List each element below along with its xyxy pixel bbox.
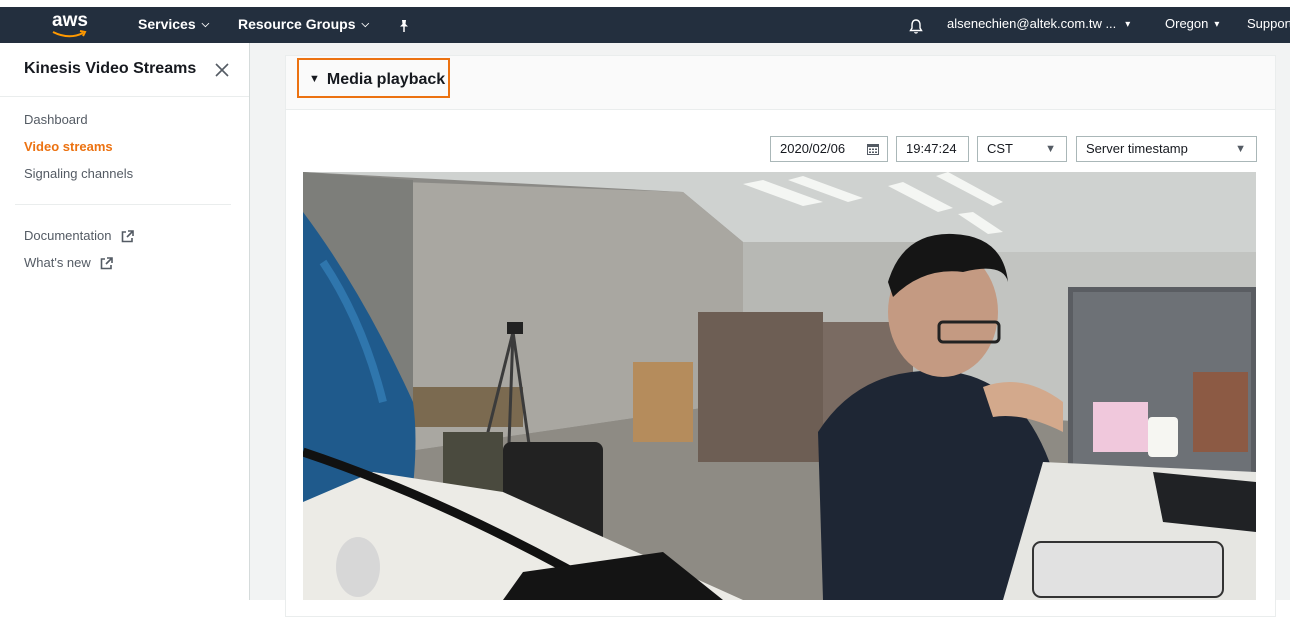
account-menu[interactable]: alsenechien@altek.com.tw ... ▾ (947, 7, 1130, 43)
date-value: 2020/02/06 (780, 141, 846, 156)
caret-down-icon: ⌵ (361, 19, 370, 31)
resource-groups-label: Resource Groups (238, 16, 356, 32)
top-navbar: aws Services ⌵ Resource Groups ⌵ alsenechi… (0, 7, 1290, 43)
resource-groups-menu[interactable]: Resource Groups ⌵ (238, 7, 369, 43)
top-strip (0, 0, 1290, 7)
notifications-button[interactable] (908, 8, 924, 44)
region-label: Oregon (1165, 16, 1209, 31)
aws-logo-text: aws (52, 10, 88, 31)
sidebar-item-dashboard[interactable]: Dashboard (24, 112, 88, 127)
timezone-select[interactable]: CST ▼ (977, 136, 1067, 162)
bell-icon (909, 19, 923, 34)
panel-title: Media playback (326, 71, 446, 88)
external-link-icon (121, 230, 134, 243)
documentation-link[interactable]: Documentation (24, 228, 134, 243)
caret-down-icon: ▾ (1214, 18, 1220, 30)
documentation-label: Documentation (24, 228, 112, 243)
services-menu[interactable]: Services ⌵ (138, 7, 209, 43)
sidebar-divider (15, 204, 231, 205)
dropdown-arrow-icon: ▼ (1045, 143, 1056, 155)
external-link-icon (101, 257, 114, 270)
date-picker[interactable]: 2020/02/06 (770, 136, 888, 162)
caret-down-icon: ▾ (1125, 18, 1131, 30)
sidebar-item-signaling-channels[interactable]: Signaling channels (24, 166, 133, 181)
pin-icon (400, 20, 408, 33)
region-menu[interactable]: Oregon ▾ (1165, 7, 1219, 43)
caret-down-icon: ⌵ (201, 19, 210, 31)
timestamp-type-value: Server timestamp (1086, 141, 1188, 156)
time-value: 19:47:24 (906, 141, 957, 156)
support-label: Support (1247, 16, 1290, 31)
timestamp-type-select[interactable]: Server timestamp ▼ (1076, 136, 1257, 162)
video-frame-image (303, 172, 1256, 600)
time-input[interactable]: 19:47:24 (896, 136, 969, 162)
whats-new-label: What's new (24, 255, 91, 270)
aws-smile-icon (52, 30, 87, 38)
aws-logo[interactable]: aws (50, 10, 90, 40)
calendar-icon (867, 144, 879, 155)
dropdown-arrow-icon: ▼ (1235, 143, 1246, 155)
timezone-value: CST (987, 141, 1013, 156)
sidebar: Kinesis Video Streams Dashboard Video st… (0, 43, 250, 600)
media-playback-toggle[interactable]: ▼ Media playback (309, 71, 445, 89)
account-label: alsenechien@altek.com.tw ... (947, 16, 1117, 31)
support-menu[interactable]: Support (1247, 7, 1290, 43)
panel-header: ▼ Media playback (286, 56, 1275, 110)
sidebar-title: Kinesis Video Streams (24, 60, 197, 77)
sidebar-item-video-streams[interactable]: Video streams (24, 139, 113, 154)
video-player[interactable] (303, 172, 1256, 600)
sidebar-divider (0, 96, 249, 97)
whats-new-link[interactable]: What's new (24, 255, 114, 270)
close-icon[interactable] (213, 61, 231, 79)
triangle-down-icon: ▼ (309, 72, 320, 85)
pin-button[interactable] (398, 8, 410, 44)
services-label: Services (138, 16, 196, 32)
